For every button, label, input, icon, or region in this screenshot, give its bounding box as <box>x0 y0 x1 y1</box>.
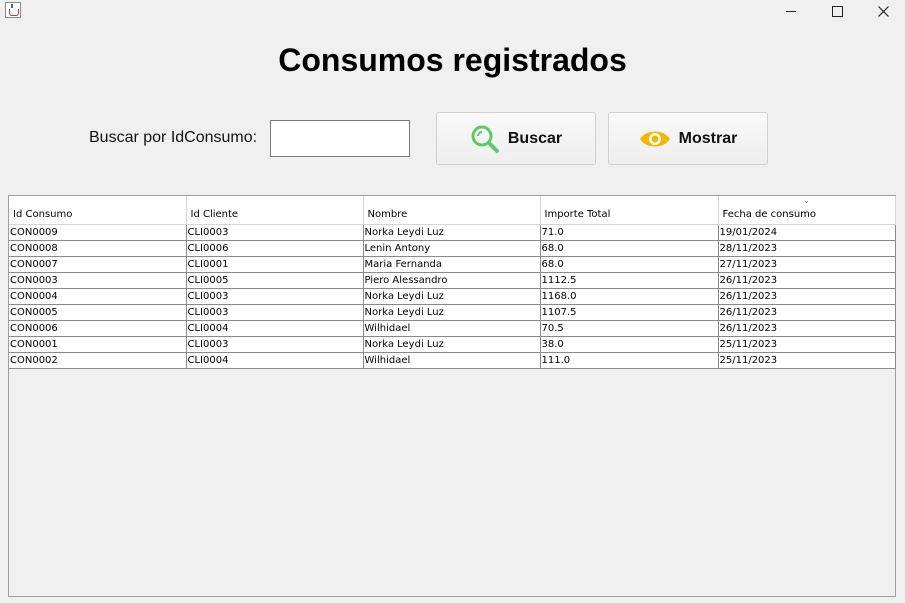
cell-fecha-de-consumo[interactable]: 25/11/2023 <box>718 336 896 353</box>
cell-id-consumo[interactable]: CON0001 <box>9 336 187 353</box>
cell-nombre[interactable]: Maria Fernanda <box>363 256 541 273</box>
cell-fecha-de-consumo[interactable]: 28/11/2023 <box>718 240 896 257</box>
cell-importe-total[interactable]: 111.0 <box>540 352 719 369</box>
cell-id-consumo[interactable]: CON0008 <box>9 240 187 257</box>
column-header-fecha-de-consumo[interactable]: ⌄ Fecha de consumo <box>718 196 896 225</box>
close-button[interactable] <box>860 0 905 22</box>
magnifier-icon <box>470 124 500 154</box>
cell-importe-total[interactable]: 70.5 <box>540 320 719 337</box>
close-icon <box>877 5 889 17</box>
cell-fecha-de-consumo[interactable]: 25/11/2023 <box>718 352 896 369</box>
mostrar-button[interactable]: Mostrar <box>608 112 768 165</box>
table-row[interactable]: CON0006 CLI0004 Wilhidael 70.5 26/11/202… <box>9 320 896 337</box>
cell-fecha-de-consumo[interactable]: 27/11/2023 <box>718 256 896 273</box>
cell-id-consumo[interactable]: CON0005 <box>9 304 187 321</box>
cell-id-consumo[interactable]: CON0003 <box>9 272 187 289</box>
page-title: Consumos registrados <box>278 42 627 78</box>
cell-importe-total[interactable]: 71.0 <box>540 224 719 241</box>
column-header-importe-total[interactable]: Importe Total <box>540 196 719 225</box>
eye-icon <box>639 128 671 150</box>
buscar-button[interactable]: Buscar <box>436 112 596 165</box>
cell-importe-total[interactable]: 68.0 <box>540 256 719 273</box>
table-row[interactable]: CON0005 CLI0003 Norka Leydi Luz 1107.5 2… <box>9 304 896 321</box>
column-header-id-consumo[interactable]: Id Consumo <box>9 196 187 225</box>
cell-nombre[interactable]: Wilhidael <box>363 352 541 369</box>
table-row[interactable]: CON0004 CLI0003 Norka Leydi Luz 1168.0 2… <box>9 288 896 305</box>
cell-nombre[interactable]: Norka Leydi Luz <box>363 224 541 241</box>
cell-nombre[interactable]: Piero Alessandro <box>363 272 541 289</box>
cell-id-consumo[interactable]: CON0004 <box>9 288 187 305</box>
cell-id-cliente[interactable]: CLI0003 <box>186 336 364 353</box>
cell-nombre[interactable]: Norka Leydi Luz <box>363 288 541 305</box>
table-row[interactable]: CON0003 CLI0005 Piero Alessandro 1112.5 … <box>9 272 896 289</box>
cell-id-consumo[interactable]: CON0009 <box>9 224 187 241</box>
app-window: Consumos registrados Buscar por IdConsum… <box>0 0 905 603</box>
cell-importe-total[interactable]: 38.0 <box>540 336 719 353</box>
buscar-label: Buscar <box>507 129 563 147</box>
cell-nombre[interactable]: Lenin Antony <box>363 240 541 257</box>
cell-id-consumo[interactable]: CON0002 <box>9 352 187 369</box>
cell-id-cliente[interactable]: CLI0004 <box>186 352 364 369</box>
cell-id-cliente[interactable]: CLI0004 <box>186 320 364 337</box>
cell-id-cliente[interactable]: CLI0003 <box>186 288 364 305</box>
cell-nombre[interactable]: Norka Leydi Luz <box>363 304 541 321</box>
table-header-row: Id Consumo Id Cliente Nombre Importe Tot… <box>9 196 896 225</box>
search-label: Buscar por IdConsumo: <box>89 129 258 146</box>
title-bar <box>0 0 905 22</box>
consumos-table-scrollpane[interactable]: Id Consumo Id Cliente Nombre Importe Tot… <box>8 195 896 597</box>
search-input[interactable] <box>270 120 410 157</box>
minimize-icon <box>786 10 796 12</box>
cell-importe-total[interactable]: 1112.5 <box>540 272 719 289</box>
table-row[interactable]: CON0007 CLI0001 Maria Fernanda 68.0 27/1… <box>9 256 896 273</box>
consumos-table: Id Consumo Id Cliente Nombre Importe Tot… <box>9 196 896 369</box>
cell-id-cliente[interactable]: CLI0003 <box>186 304 364 321</box>
maximize-button[interactable] <box>814 0 860 22</box>
sort-descending-icon: ⌄ <box>803 196 810 205</box>
cell-importe-total[interactable]: 1107.5 <box>540 304 719 321</box>
mostrar-label: Mostrar <box>678 129 738 147</box>
cell-importe-total[interactable]: 1168.0 <box>540 288 719 305</box>
cell-fecha-de-consumo[interactable]: 26/11/2023 <box>718 272 896 289</box>
java-cup-icon[interactable] <box>5 2 21 18</box>
column-header-label: Fecha de consumo <box>722 209 817 220</box>
cell-fecha-de-consumo[interactable]: 19/01/2024 <box>718 224 896 241</box>
table-row[interactable]: CON0008 CLI0006 Lenin Antony 68.0 28/11/… <box>9 240 896 257</box>
column-header-nombre[interactable]: Nombre <box>363 196 541 225</box>
table-row[interactable]: CON0001 CLI0003 Norka Leydi Luz 38.0 25/… <box>9 336 896 353</box>
table-row[interactable]: CON0002 CLI0004 Wilhidael 111.0 25/11/20… <box>9 352 896 369</box>
cell-fecha-de-consumo[interactable]: 26/11/2023 <box>718 288 896 305</box>
cell-id-cliente[interactable]: CLI0003 <box>186 224 364 241</box>
cell-fecha-de-consumo[interactable]: 26/11/2023 <box>718 320 896 337</box>
cell-id-cliente[interactable]: CLI0005 <box>186 272 364 289</box>
cell-id-consumo[interactable]: CON0007 <box>9 256 187 273</box>
cell-fecha-de-consumo[interactable]: 26/11/2023 <box>718 304 896 321</box>
table-row[interactable]: CON0009 CLI0003 Norka Leydi Luz 71.0 19/… <box>9 224 896 241</box>
cell-nombre[interactable]: Norka Leydi Luz <box>363 336 541 353</box>
cell-id-cliente[interactable]: CLI0001 <box>186 256 364 273</box>
column-header-id-cliente[interactable]: Id Cliente <box>186 196 364 225</box>
maximize-icon <box>831 5 843 17</box>
minimize-button[interactable] <box>768 0 814 22</box>
cell-id-consumo[interactable]: CON0006 <box>9 320 187 337</box>
cell-importe-total[interactable]: 68.0 <box>540 240 719 257</box>
cell-nombre[interactable]: Wilhidael <box>363 320 541 337</box>
cell-id-cliente[interactable]: CLI0006 <box>186 240 364 257</box>
